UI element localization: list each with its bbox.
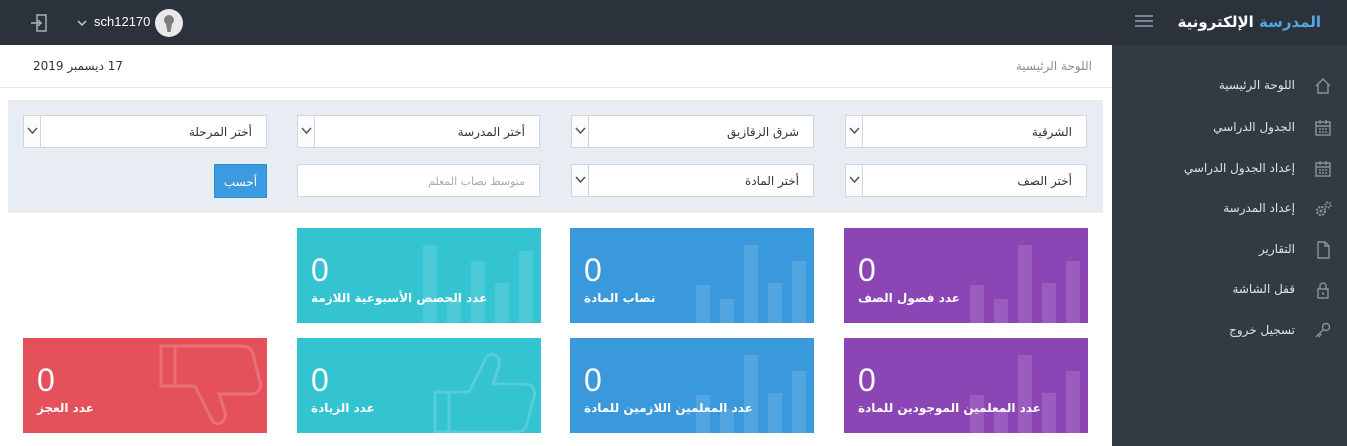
bar-chart-icon [423, 243, 533, 323]
stage-value: أختر المرحلة [188, 125, 252, 139]
app-brand[interactable]: المدرسة الإلكترونية [1177, 13, 1321, 31]
brand-accent: المدرسة [1259, 13, 1321, 31]
bar-chart-icon [970, 243, 1080, 323]
chevron-down-icon[interactable] [76, 14, 88, 27]
calendar-icon [1313, 118, 1333, 138]
thumbs-up-icon [433, 352, 537, 433]
gears-icon [1313, 199, 1333, 219]
chevron-down-icon[interactable] [846, 165, 863, 196]
stat-value: 0 [858, 252, 876, 288]
chevron-down-icon[interactable] [846, 116, 863, 147]
grade-select[interactable]: أختر الصف [845, 164, 1087, 197]
avatar[interactable] [155, 9, 183, 37]
chevron-down-icon[interactable] [298, 116, 315, 147]
teacher-load-placeholder: متوسط نصاب المعلم [428, 175, 525, 188]
stat-label: عدد الزيادة [311, 401, 375, 415]
brand-text: الإلكترونية [1177, 13, 1260, 31]
chevron-down-icon[interactable] [24, 116, 41, 147]
stat-label: عدد العجز [37, 401, 94, 415]
sidebar-item-label: تسجيل خروج [1229, 323, 1295, 337]
sidebar-item-schedule[interactable]: الجدول الدراسي [1112, 108, 1347, 148]
current-date: 17 ديسمبر 2019 [33, 59, 124, 73]
username[interactable]: sch12170 [94, 14, 150, 29]
document-icon [1313, 240, 1333, 260]
stat-value: 0 [311, 362, 329, 398]
bar-chart-icon [696, 243, 806, 323]
sidebar-item-dashboard[interactable]: اللوحة الرئيسية [1112, 66, 1347, 106]
home-icon [1313, 76, 1333, 96]
stage-select[interactable]: أختر المرحلة [23, 115, 267, 148]
stat-card-class-count: 0 عدد فصول الصف [844, 228, 1088, 323]
sidebar-item-schedule-setup[interactable]: إعداد الجدول الدراسي [1112, 149, 1347, 189]
chevron-down-icon[interactable] [572, 116, 589, 147]
stat-label: نصاب المادة [584, 291, 656, 305]
sidebar-item-label: إعداد الجدول الدراسي [1183, 161, 1295, 175]
subject-select[interactable]: أختر المادة [571, 164, 814, 197]
school-select[interactable]: أختر المدرسة [297, 115, 540, 148]
top-navbar: المدرسة الإلكترونية sch12170 [0, 0, 1347, 45]
sidebar-item-label: الجدول الدراسي [1213, 120, 1295, 134]
stat-card-surplus: 0 عدد الزيادة [297, 338, 541, 433]
bar-chart-icon [696, 353, 806, 433]
stat-value: 0 [584, 362, 602, 398]
sidebar-item-reports[interactable]: التقارير [1112, 230, 1347, 270]
thumbs-down-icon [159, 344, 263, 426]
sidebar-item-label: التقارير [1258, 242, 1295, 256]
stat-card-existing-teachers: 0 عدد المعلمين الموجودين للمادة [844, 338, 1088, 433]
district-value: شرق الزقازيق [727, 125, 799, 139]
sidebar-item-lock-screen[interactable]: قفل الشاشة [1112, 270, 1347, 310]
stat-label: عدد فصول الصف [858, 291, 960, 305]
school-value: أختر المدرسة [457, 125, 525, 139]
key-icon [1313, 321, 1333, 341]
stat-card-required-teachers: 0 عدد المعلمين اللازمين للمادة [570, 338, 814, 433]
stat-value: 0 [37, 362, 55, 398]
chevron-down-icon[interactable] [572, 165, 589, 196]
calendar-icon [1313, 159, 1333, 179]
page-header: اللوحة الرئيسية 17 ديسمبر 2019 [0, 45, 1112, 88]
calculate-button[interactable]: أحسب [214, 164, 267, 198]
stat-label: عدد المعلمين الموجودين للمادة [858, 401, 1041, 415]
governorate-value: الشرقية [1031, 125, 1072, 139]
lock-icon [1313, 280, 1333, 300]
sidebar-item-label: إعداد المدرسة [1223, 201, 1295, 215]
district-select[interactable]: شرق الزقازيق [571, 115, 814, 148]
subject-value: أختر المادة [744, 174, 799, 188]
menu-toggle-icon[interactable] [1135, 15, 1153, 29]
stat-card-subject-load: 0 نصاب المادة [570, 228, 814, 323]
sidebar-item-school-setup[interactable]: إعداد المدرسة [1112, 189, 1347, 229]
bar-chart-icon [970, 353, 1080, 433]
governorate-select[interactable]: الشرقية [845, 115, 1087, 148]
stat-label: عدد المعلمين اللازمين للمادة [584, 401, 753, 415]
stat-value: 0 [311, 252, 329, 288]
sidebar-item-logout[interactable]: تسجيل خروج [1112, 311, 1347, 351]
stat-label: عدد الحصص الأسبوعية اللازمة [311, 291, 488, 305]
sidebar-item-label: قفل الشاشة [1232, 282, 1295, 296]
stat-card-deficit: 0 عدد العجز [23, 338, 267, 433]
stat-value: 0 [858, 362, 876, 398]
sidebar: اللوحة الرئيسية الجدول الدراسي إعداد الج… [1112, 45, 1347, 446]
breadcrumb[interactable]: اللوحة الرئيسية [1016, 59, 1092, 73]
sign-in-icon[interactable] [29, 13, 49, 33]
stat-card-weekly-sessions: 0 عدد الحصص الأسبوعية اللازمة [297, 228, 541, 323]
grade-value: أختر الصف [1017, 174, 1072, 188]
teacher-load-input[interactable]: متوسط نصاب المعلم [297, 164, 540, 197]
sidebar-item-label: اللوحة الرئيسية [1218, 78, 1295, 92]
stat-value: 0 [584, 252, 602, 288]
